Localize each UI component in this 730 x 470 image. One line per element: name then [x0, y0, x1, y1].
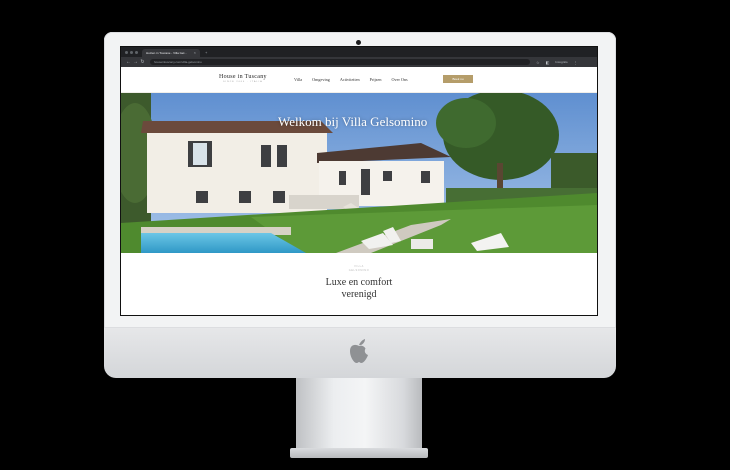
nav-item-activiteiten[interactable]: Activiteiten [340, 77, 360, 82]
hero-section: Welkom bij Villa Gelsomino [121, 93, 597, 253]
intro-eyebrow-1: VILLA [354, 265, 364, 268]
main-nav: Villa Omgeving Activiteiten Prijzen Over… [294, 77, 418, 82]
close-window-dot[interactable] [125, 50, 128, 54]
logo-sub-text: SINCE 2004 · ITALIA [223, 81, 263, 83]
site-logo[interactable]: House in Tuscany SINCE 2004 · ITALIA [219, 74, 267, 83]
intro-title-line-1: Luxe en comfort [325, 277, 393, 288]
extensions-icon[interactable]: ◧ [546, 60, 550, 65]
nav-item-villa[interactable]: Villa [294, 77, 302, 82]
book-now-button[interactable]: Boek nu [443, 75, 473, 83]
star-icon[interactable]: ☆ [536, 60, 540, 65]
browser-tab[interactable]: Huizen in Toscane - Villa Gel... × [142, 49, 200, 57]
imac-stand [296, 378, 422, 452]
window-controls [125, 47, 138, 57]
logo-main-text: House in Tuscany [219, 74, 267, 80]
maximize-window-dot[interactable] [135, 50, 138, 54]
forward-icon[interactable]: → [132, 59, 139, 65]
camera-dot [356, 40, 361, 45]
intro-title: Luxe en comfort verenigd [121, 277, 597, 301]
hero-title: Welkom bij Villa Gelsomino [278, 114, 428, 129]
nav-item-prijzen[interactable]: Prijzen [370, 77, 382, 82]
reload-icon[interactable]: ↻ [139, 59, 146, 65]
browser-toolbar: ← → ↻ houseintuscany.com/villa-gelsomino… [121, 57, 597, 67]
screen: Huizen in Toscane - Villa Gel... × + ← →… [120, 46, 598, 316]
apple-logo-icon [350, 339, 368, 363]
tab-title: Huizen in Toscane - Villa Gel... [146, 51, 187, 55]
intro-section: VILLA GELSOMINO Luxe en comfort verenigd [121, 253, 597, 315]
minimize-window-dot[interactable] [130, 50, 133, 54]
nav-item-over-ons[interactable]: Over Ons [391, 77, 407, 82]
tab-close-icon[interactable]: × [194, 49, 196, 57]
back-icon[interactable]: ← [125, 59, 132, 65]
site-header: House in Tuscany SINCE 2004 · ITALIA Vil… [121, 67, 597, 93]
browser-tab-bar: Huizen in Toscane - Villa Gel... × + [121, 47, 597, 57]
nav-item-omgeving[interactable]: Omgeving [312, 77, 330, 82]
menu-icon[interactable]: ⋮ [574, 60, 578, 65]
intro-eyebrow-2: GELSOMINO [348, 269, 370, 272]
incognito-label[interactable]: Incognito [555, 60, 567, 64]
address-bar[interactable]: houseintuscany.com/villa-gelsomino [150, 59, 530, 65]
intro-title-line-2: verenigd [341, 289, 377, 300]
new-tab-icon[interactable]: + [205, 49, 207, 57]
imac-stand-foot [290, 448, 428, 458]
